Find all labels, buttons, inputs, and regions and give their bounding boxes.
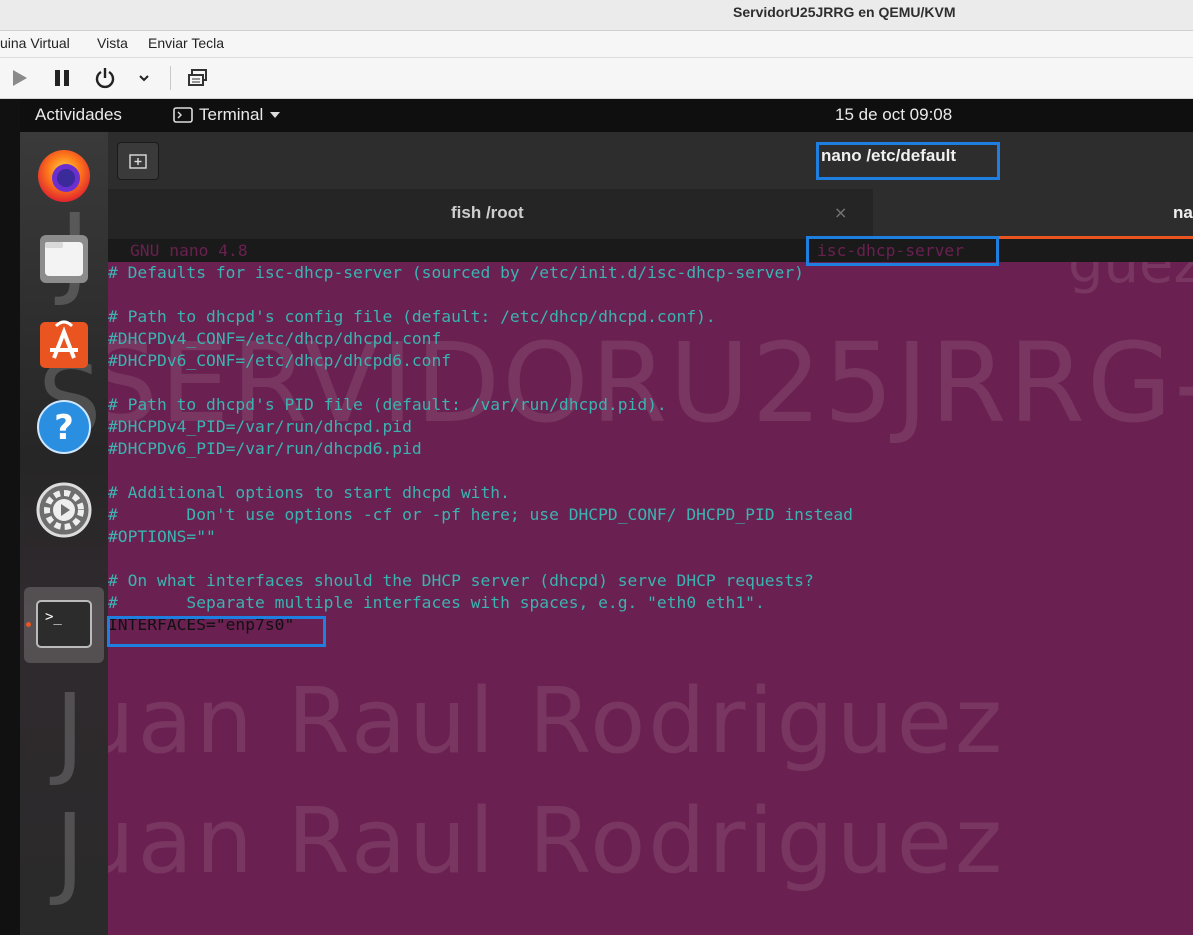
toolbar: [0, 58, 1193, 99]
caret-down-icon: [270, 112, 281, 118]
watermark-text: Juan Raul Rodriguez: [108, 669, 1006, 774]
vm-display[interactable]: Actividades Terminal 15 de oct 09:08 J S…: [20, 99, 1193, 935]
menu-enviar-tecla[interactable]: Enviar Tecla: [148, 35, 224, 51]
clock[interactable]: 15 de oct 09:08: [835, 105, 952, 125]
terminal-content[interactable]: SERVIDORU25JRRG- 2 Juan Raul Rodriguez J…: [108, 239, 1193, 935]
file-line: #DHCPDv4_CONF=/etc/dhcp/dhcpd.conf: [108, 329, 442, 348]
power-button[interactable]: [91, 64, 119, 92]
file-line: #DHCPDv4_PID=/var/run/dhcpd.pid: [108, 417, 412, 436]
app-menu-label: Terminal: [199, 105, 264, 124]
screens-button[interactable]: [184, 64, 212, 92]
app-menu[interactable]: Terminal: [173, 105, 281, 125]
firefox-icon: [38, 150, 90, 202]
wallpaper-letter: J: [55, 792, 85, 909]
wallpaper-letter: J: [55, 672, 85, 789]
highlight-interfaces: [107, 616, 326, 647]
dock: J S J J: [20, 132, 108, 935]
window-title: ServidorU25JRRG en QEMU/KVM: [733, 4, 956, 20]
nano-title-bar: GNU nano 4.8 isc-dhcp-server: [108, 239, 1193, 262]
file-line: # Additional options to start dhcpd with…: [108, 483, 510, 502]
vm-border: [0, 99, 20, 935]
file-line: # Defaults for isc-dhcp-server (sourced …: [108, 263, 804, 282]
tab-label: na: [1173, 203, 1193, 222]
dock-software[interactable]: [34, 314, 94, 374]
terminal-headerbar: nano /etc/default: [108, 132, 1193, 189]
menu-vista[interactable]: Vista: [97, 35, 128, 51]
pause-button[interactable]: [48, 64, 76, 92]
tab-label: fish /root: [451, 203, 524, 222]
dock-help[interactable]: ?: [34, 397, 94, 457]
menu-bar: uina Virtual Vista Enviar Tecla: [0, 31, 1193, 58]
help-icon: ?: [37, 400, 91, 454]
file-line: #DHCPDv6_CONF=/etc/dhcp/dhcpd6.conf: [108, 351, 452, 370]
title-bar: ServidorU25JRRG en QEMU/KVM: [0, 0, 1193, 31]
dock-terminal[interactable]: >_: [34, 595, 94, 655]
nano-version: GNU nano 4.8: [130, 241, 248, 260]
menu-maquina-virtual[interactable]: uina Virtual: [0, 35, 70, 51]
play-button[interactable]: [5, 64, 33, 92]
gnome-top-bar: Actividades Terminal 15 de oct 09:08: [20, 99, 1193, 132]
highlight-window-title: [816, 142, 1000, 180]
new-tab-button[interactable]: [117, 142, 159, 180]
watermark-text: Juan Raul Rodriguez: [108, 789, 1006, 894]
file-line: # Path to dhcpd's PID file (default: /va…: [108, 395, 667, 414]
play-icon: [13, 70, 27, 86]
file-line: # On what interfaces should the DHCP ser…: [108, 571, 814, 590]
software-icon: [40, 320, 88, 368]
terminal-window: nano /etc/default fish /root × na SERVID…: [108, 132, 1193, 935]
activities-button[interactable]: Actividades: [35, 105, 122, 125]
chevron-down-icon: [139, 75, 149, 82]
tab-close-icon[interactable]: ×: [834, 203, 847, 222]
dock-firefox[interactable]: [34, 144, 94, 204]
terminal-small-icon: [173, 107, 193, 123]
svg-text:?: ?: [54, 408, 74, 448]
new-tab-icon: [129, 154, 147, 169]
highlight-filename: [806, 236, 999, 266]
terminal-icon: >_: [36, 600, 92, 648]
power-icon: [95, 68, 115, 89]
tab-nano[interactable]: na: [873, 189, 1193, 239]
power-menu-button[interactable]: [130, 64, 158, 92]
running-indicator: [26, 622, 31, 627]
svg-text:>_: >_: [45, 609, 62, 625]
tab-fish-root[interactable]: fish /root ×: [108, 189, 873, 239]
file-line: #OPTIONS="": [108, 527, 216, 546]
toolbar-separator: [170, 66, 171, 90]
pause-icon: [55, 70, 69, 86]
file-line: # Separate multiple interfaces with spac…: [108, 593, 765, 612]
screens-icon: [188, 69, 207, 86]
terminal-tabs: fish /root × na: [108, 189, 1193, 239]
file-line: # Don't use options -cf or -pf here; use…: [108, 505, 853, 524]
files-icon: [40, 235, 88, 283]
file-line: #DHCPDv6_PID=/var/run/dhcpd6.pid: [108, 439, 422, 458]
settings-icon: [36, 482, 92, 538]
dock-settings[interactable]: [34, 480, 94, 540]
file-line: # Path to dhcpd's config file (default: …: [108, 307, 716, 326]
dock-files[interactable]: [34, 229, 94, 289]
